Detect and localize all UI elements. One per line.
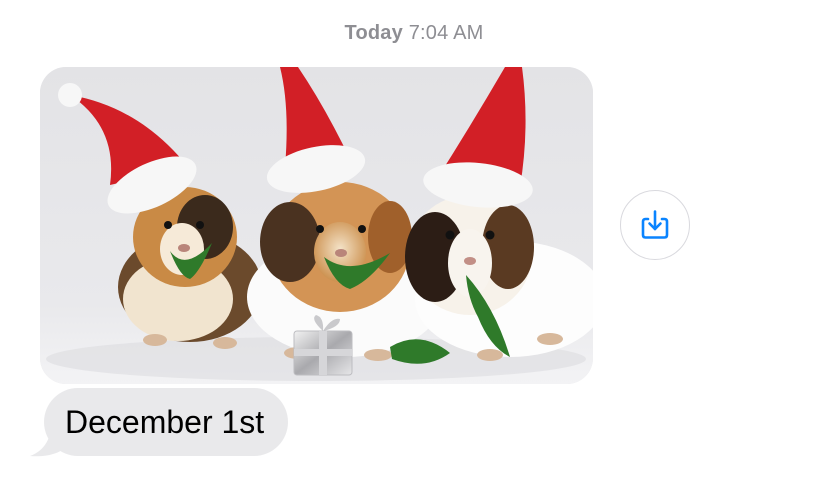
message-text: December 1st bbox=[65, 403, 265, 440]
text-message-bubble[interactable]: December 1st bbox=[44, 388, 289, 456]
guinea-pigs-photo bbox=[40, 67, 593, 384]
message-timestamp: Today 7:04 AM bbox=[0, 22, 828, 45]
timestamp-time: 7:04 AM bbox=[408, 22, 484, 44]
save-image-button[interactable] bbox=[620, 190, 690, 260]
messages-thread: Today 7:04 AM December 1st bbox=[0, 0, 828, 478]
download-to-tray-icon bbox=[641, 210, 669, 239]
image-message[interactable] bbox=[40, 67, 593, 384]
timestamp-day: Today bbox=[344, 22, 403, 44]
